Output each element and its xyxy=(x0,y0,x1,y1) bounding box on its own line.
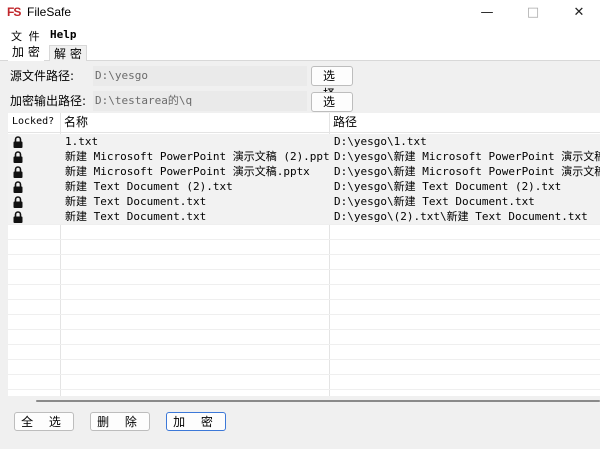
source-select-button[interactable]: 选 择 xyxy=(311,66,353,101)
lock-icon xyxy=(13,136,23,148)
row-gridline xyxy=(8,329,600,330)
lock-icon xyxy=(13,196,23,208)
horizontal-scrollbar[interactable] xyxy=(8,399,600,403)
menu-file[interactable]: 文 件 xyxy=(11,28,40,44)
source-path-input[interactable]: D:\yesgo xyxy=(93,66,307,86)
header-divider xyxy=(8,132,600,133)
file-table[interactable]: Locked? 名称 路径 1.txt D:\yesgo\1.txt 新建 Micr… xyxy=(8,113,600,396)
row-gridline xyxy=(8,359,600,360)
table-row[interactable]: 新建 Text Document.txt D:\yesgo\(2).txt\新建 … xyxy=(8,209,600,224)
tab-encrypt[interactable]: 加 密 xyxy=(8,44,44,61)
output-select-button[interactable]: 选 择 xyxy=(311,92,353,127)
cell-path: D:\yesgo\(2).txt\新建 Text Document.txt xyxy=(334,210,588,223)
encrypt-panel: 源文件路径: D:\yesgo 选 择 加密输出路径: D:\testarea的… xyxy=(0,61,600,449)
row-gridline xyxy=(8,299,600,300)
cell-name: 新建 Text Document.txt xyxy=(65,195,207,208)
column-header-locked[interactable]: Locked? xyxy=(12,113,54,132)
close-button[interactable]: ✕ xyxy=(556,0,600,24)
cell-name: 新建 Microsoft PowerPoint 演示文稿 (2).pptx xyxy=(65,150,329,163)
cell-path: D:\yesgo\新建 Microsoft PowerPoint 演示文稿.p xyxy=(334,165,600,178)
row-gridline xyxy=(8,374,600,375)
row-gridline xyxy=(8,224,600,225)
cell-name: 新建 Text Document.txt xyxy=(65,210,207,223)
cell-name: 1.txt xyxy=(65,135,99,148)
maximize-button[interactable]: □ xyxy=(510,0,556,24)
minimize-button[interactable]: — xyxy=(464,0,510,24)
row-gridline xyxy=(8,344,600,345)
source-path-label: 源文件路径: xyxy=(10,69,75,83)
row-gridline xyxy=(8,389,600,390)
lock-icon xyxy=(13,211,23,223)
lock-icon xyxy=(13,181,23,193)
app-logo-icon: FS xyxy=(7,5,21,19)
cell-path: D:\yesgo\新建 Microsoft PowerPoint 演示文稿 xyxy=(334,150,600,163)
cell-path: D:\yesgo\1.txt xyxy=(334,135,427,148)
row-gridline xyxy=(8,284,600,285)
menu-bar: 文 件 Help xyxy=(0,26,600,44)
cell-path: D:\yesgo\新建 Text Document.txt xyxy=(334,195,535,208)
row-gridline xyxy=(8,239,600,240)
lock-icon xyxy=(13,151,23,163)
window-title: FileSafe xyxy=(27,5,72,19)
table-row[interactable]: 新建 Text Document.txt D:\yesgo\新建 Text Doc… xyxy=(8,194,600,209)
title-bar: FS FileSafe — □ ✕ xyxy=(0,0,600,24)
table-row[interactable]: 新建 Microsoft PowerPoint 演示文稿.pptx D:\yesg… xyxy=(8,164,600,179)
column-header-name[interactable]: 名称 xyxy=(64,113,88,132)
column-header-path[interactable]: 路径 xyxy=(333,113,357,132)
menu-help[interactable]: Help xyxy=(50,28,77,41)
row-gridline xyxy=(8,254,600,255)
output-path-input[interactable]: D:\testarea的\q xyxy=(93,91,307,111)
table-row[interactable]: 新建 Microsoft PowerPoint 演示文稿 (2).pptx D:\… xyxy=(8,149,600,164)
cell-path: D:\yesgo\新建 Text Document (2).txt xyxy=(334,180,562,193)
encrypt-button[interactable]: 加 密 xyxy=(166,412,226,431)
tab-decrypt[interactable]: 解 密 xyxy=(49,45,87,61)
scrollbar-thumb[interactable] xyxy=(36,400,600,402)
output-path-label: 加密输出路径: xyxy=(10,94,87,108)
cell-name: 新建 Microsoft PowerPoint 演示文稿.pptx xyxy=(65,165,310,178)
delete-button[interactable]: 删 除 xyxy=(90,412,150,431)
row-gridline xyxy=(8,269,600,270)
table-row[interactable]: 1.txt D:\yesgo\1.txt xyxy=(8,134,600,149)
cell-name: 新建 Text Document (2).txt xyxy=(65,180,233,193)
lock-icon xyxy=(13,166,23,178)
row-gridline xyxy=(8,314,600,315)
select-all-button[interactable]: 全 选 xyxy=(14,412,74,431)
table-row[interactable]: 新建 Text Document (2).txt D:\yesgo\新建 Text… xyxy=(8,179,600,194)
tab-strip: 加 密 解 密 xyxy=(0,44,600,61)
